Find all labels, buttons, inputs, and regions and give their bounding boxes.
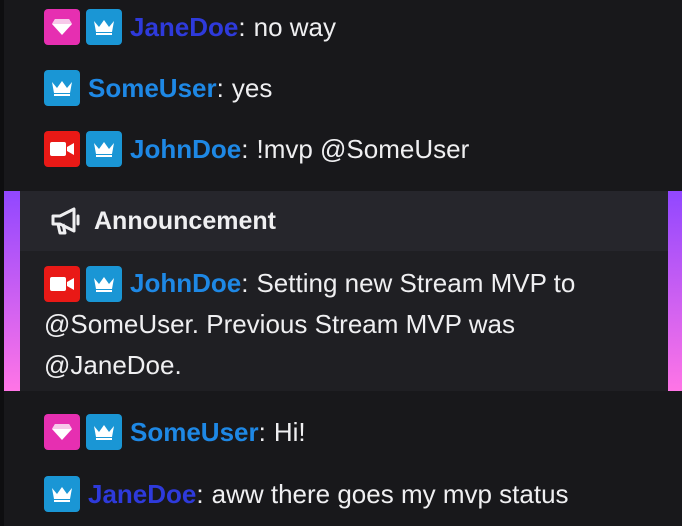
announcement-message: Announcement JohnDoe: Setting new Stream … — [4, 191, 682, 391]
camera-icon[interactable] — [44, 131, 80, 167]
megaphone-icon — [50, 207, 82, 235]
chat-message-text: yes — [231, 73, 273, 103]
announcement-accent-bar — [668, 191, 682, 391]
crown-icon[interactable] — [86, 414, 122, 450]
crown-icon[interactable] — [86, 131, 122, 167]
announcement-body: JohnDoe: Setting new Stream MVP to @SomeU… — [44, 263, 654, 386]
chat-separator: : — [216, 73, 224, 103]
chat-message-text: !mvp @SomeUser — [256, 134, 470, 164]
chat-username[interactable]: JaneDoe — [130, 9, 238, 45]
chat-separator: : — [258, 417, 266, 447]
gem-icon[interactable] — [44, 414, 80, 450]
chat-username[interactable]: SomeUser — [88, 70, 217, 106]
announcement-text-line: @SomeUser. Previous Stream MVP was — [44, 309, 515, 339]
crown-icon[interactable] — [86, 265, 122, 302]
chat-message-text: Hi! — [273, 417, 306, 447]
chat-separator: : — [238, 12, 246, 42]
chat-message: JohnDoe: !mvp @SomeUser — [44, 131, 672, 167]
chat-username[interactable]: JaneDoe — [88, 476, 196, 512]
chat-message: JaneDoe: aww there goes my mvp status — [44, 476, 672, 512]
crown-icon[interactable] — [86, 9, 122, 45]
announcement-first-line: JohnDoe: Setting new Stream MVP to — [44, 263, 654, 304]
chat-message: SomeUser: yes — [44, 70, 672, 106]
chat-message-text: aww there goes my mvp status — [211, 479, 569, 509]
chat-username[interactable]: JohnDoe — [130, 131, 241, 167]
chat-username[interactable]: SomeUser — [130, 414, 259, 450]
chat-message: JaneDoe: no way — [44, 9, 672, 45]
chat-message-text: no way — [253, 12, 337, 42]
gem-icon[interactable] — [44, 9, 80, 45]
crown-icon[interactable] — [44, 476, 80, 512]
chat-separator: : — [241, 268, 249, 298]
chat-username[interactable]: JohnDoe — [130, 263, 241, 304]
chat-separator: : — [196, 479, 204, 509]
announcement-text-line: @JaneDoe. — [44, 350, 182, 380]
announcement-text-line: Setting new Stream MVP to — [256, 268, 576, 298]
chat-message: SomeUser: Hi! — [44, 414, 672, 450]
announcement-accent-bar — [4, 191, 20, 391]
chat-separator: : — [241, 134, 249, 164]
crown-icon[interactable] — [44, 70, 80, 106]
camera-icon[interactable] — [44, 265, 80, 302]
announcement-label: Announcement — [94, 206, 276, 235]
announcement-header: Announcement — [20, 191, 668, 251]
